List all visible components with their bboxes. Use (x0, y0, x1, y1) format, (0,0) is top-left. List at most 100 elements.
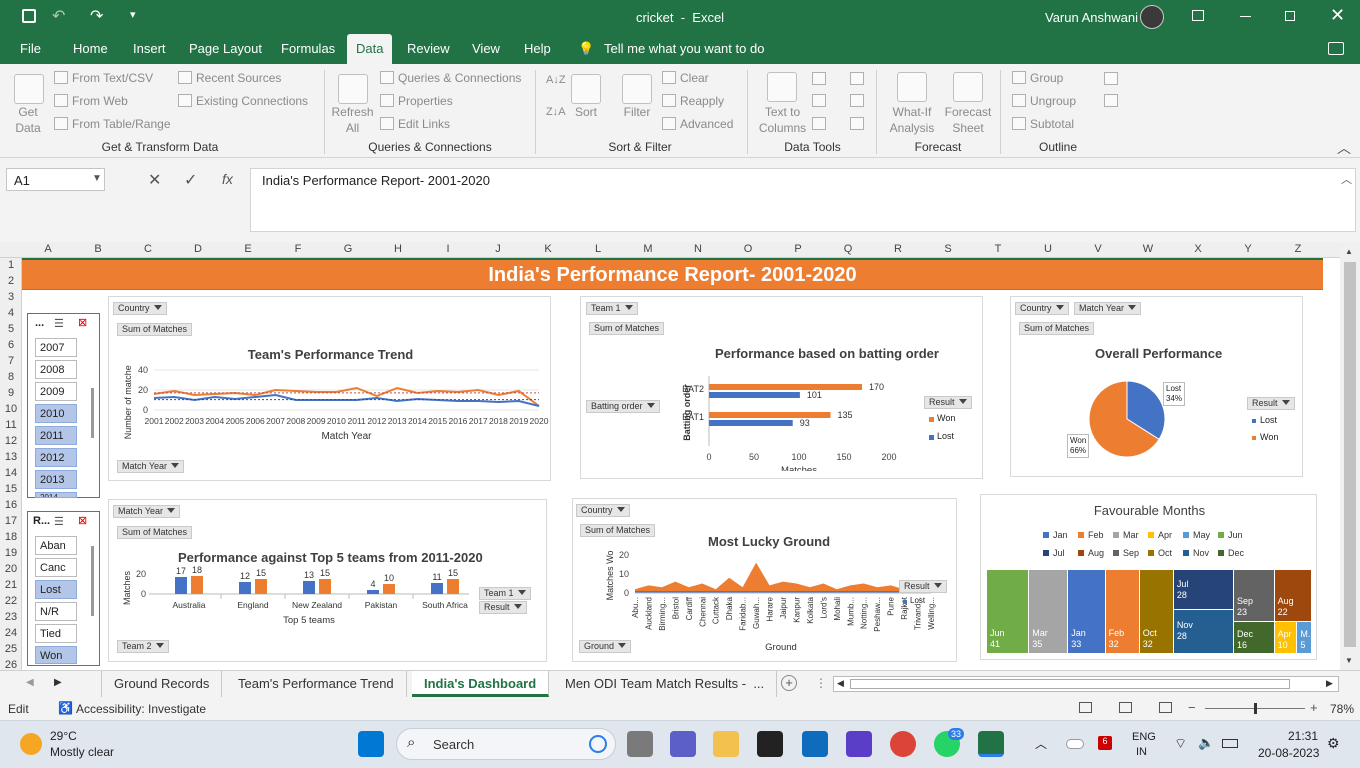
scroll-down-icon[interactable]: ▼ (1345, 656, 1353, 665)
column-header[interactable]: K (538, 243, 558, 255)
sum-of-matches-button[interactable]: Sum of Matches (580, 524, 656, 537)
data-validation-icon[interactable] (812, 117, 826, 130)
column-header[interactable]: E (238, 243, 258, 255)
get-data-button[interactable]: Get Data (8, 104, 48, 136)
app-icon-2[interactable] (846, 731, 872, 757)
row-header[interactable]: 5 (0, 323, 22, 335)
bing-icon[interactable] (589, 735, 607, 753)
avatar[interactable] (1140, 5, 1164, 29)
clock-date[interactable]: 20-08-2023 (1258, 746, 1319, 760)
formula-input[interactable]: India's Performance Report- 2001-2020 (250, 168, 1356, 232)
clear-filter-icon[interactable]: ⊠ (78, 514, 87, 527)
result-filter-button[interactable]: Result (479, 601, 527, 614)
tab-view[interactable]: View (472, 41, 500, 56)
sum-of-matches-button[interactable]: Sum of Matches (589, 322, 665, 335)
namebox-dropdown-icon[interactable]: ▼ (92, 173, 102, 184)
slicer-item[interactable]: 2009 (35, 382, 77, 401)
result-filter-button[interactable]: Result (899, 580, 947, 593)
next-sheet-icon[interactable]: ▶ (54, 677, 62, 688)
normal-view-icon[interactable] (1079, 702, 1092, 713)
data-model-icon[interactable] (850, 117, 864, 130)
clear-button[interactable]: Clear (662, 71, 709, 85)
task-view-icon[interactable] (627, 731, 653, 757)
overall-performance-card[interactable]: Country Match Year Sum of Matches Overal… (1010, 296, 1303, 477)
column-header[interactable]: X (1188, 243, 1208, 255)
customize-qat-icon[interactable]: ▾ (130, 8, 136, 21)
row-header[interactable]: 25 (0, 643, 22, 655)
worksheet[interactable]: India's Performance Report- 2001-2020 ..… (22, 258, 1340, 670)
slicer-item[interactable]: 2008 (35, 360, 77, 379)
undo-icon[interactable]: ↶ (52, 6, 65, 26)
slicer-item[interactable]: 2014 (35, 492, 77, 498)
text-to-columns-button[interactable]: Text to Columns (755, 104, 810, 136)
tab-file[interactable]: File (20, 41, 41, 56)
ribbon-display-icon[interactable] (1192, 10, 1204, 21)
batting-order-chart-card[interactable]: Team 1 Sum of Matches Performance based … (580, 296, 983, 479)
slicer-item[interactable]: Won (35, 646, 77, 664)
slicer-item[interactable]: 2010 (35, 404, 77, 423)
row-header[interactable]: 10 (0, 403, 22, 415)
ungroup-button[interactable]: Ungroup (1012, 94, 1076, 108)
row-header[interactable]: 11 (0, 419, 22, 431)
column-header[interactable]: D (188, 243, 208, 255)
multi-select-icon[interactable]: ☰ (54, 317, 64, 330)
tab-help[interactable]: Help (524, 41, 551, 56)
scroll-thumb[interactable] (1344, 262, 1356, 647)
column-header[interactable]: J (488, 243, 508, 255)
text-to-columns-icon[interactable] (767, 72, 797, 102)
slicer-scrollbar[interactable] (91, 546, 94, 616)
slicer-item[interactable]: Canc (35, 558, 77, 577)
row-header[interactable]: 6 (0, 339, 22, 351)
sort-icon[interactable] (571, 74, 601, 104)
subtotal-button[interactable]: Subtotal (1012, 117, 1074, 131)
row-header[interactable]: 22 (0, 595, 22, 607)
scroll-up-icon[interactable]: ▲ (1345, 247, 1353, 256)
row-header[interactable]: 14 (0, 467, 22, 479)
column-header[interactable]: W (1138, 243, 1158, 255)
sum-of-matches-button[interactable]: Sum of Matches (117, 526, 193, 539)
refresh-icon[interactable] (338, 74, 368, 104)
result-slicer[interactable]: R... ☰ ⊠ Aban Canc Lost N/R Tied Won (27, 511, 100, 666)
forecast-sheet-button[interactable]: Forecast Sheet (942, 104, 994, 136)
excel-icon[interactable] (978, 731, 1004, 757)
page-break-view-icon[interactable] (1159, 702, 1172, 713)
column-header[interactable]: M (638, 243, 658, 255)
tab-review[interactable]: Review (407, 41, 450, 56)
tab-insert[interactable]: Insert (133, 41, 166, 56)
cancel-icon[interactable]: ✕ (148, 170, 161, 190)
sort-za-icon[interactable]: Z↓A (546, 106, 566, 118)
zoom-slider-thumb[interactable] (1254, 703, 1257, 714)
slicer-item[interactable]: 2013 (35, 470, 77, 489)
chrome-icon[interactable] (890, 731, 916, 757)
clear-filter-icon[interactable]: ⊠ (78, 316, 87, 329)
column-header[interactable]: C (138, 243, 158, 255)
show-hidden-icons[interactable]: ︿ (1035, 735, 1047, 752)
row-header[interactable]: 20 (0, 563, 22, 575)
sum-of-matches-button[interactable]: Sum of Matches (117, 323, 193, 336)
row-header[interactable]: 8 (0, 371, 22, 383)
row-header[interactable]: 16 (0, 499, 22, 511)
accessibility-status[interactable]: Accessibility: Investigate (76, 702, 206, 716)
team2-filter-button[interactable]: Team 2 (117, 640, 169, 653)
row-header[interactable]: 17 (0, 515, 22, 527)
column-header[interactable]: O (738, 243, 758, 255)
from-text-csv-button[interactable]: From Text/CSV (54, 71, 153, 85)
comments-icon[interactable] (1328, 42, 1344, 55)
slicer-item[interactable]: Tied (35, 624, 77, 643)
match-year-filter-button[interactable]: Match Year (117, 460, 185, 473)
year-slicer[interactable]: ... ☰ ⊠ 2007 2008 2009 2010 2011 2012 20… (27, 313, 100, 498)
what-if-button[interactable]: What-If Analysis (884, 104, 940, 136)
filter-icon[interactable] (622, 74, 652, 104)
ground-filter-button[interactable]: Ground (579, 640, 632, 653)
team1-filter-button[interactable]: Team 1 (586, 302, 638, 315)
horizontal-scroll-thumb[interactable] (850, 679, 1290, 689)
user-name[interactable]: Varun Anshwani (1045, 10, 1138, 25)
column-header[interactable]: T (988, 243, 1008, 255)
slicer-item[interactable]: Aban (35, 536, 77, 555)
team1-filter-button[interactable]: Team 1 (479, 587, 531, 600)
column-header[interactable]: G (338, 243, 358, 255)
tab-formulas[interactable]: Formulas (281, 41, 335, 56)
row-header[interactable]: 9 (0, 387, 22, 399)
sheet-tab[interactable]: Ground Records (101, 671, 223, 697)
column-header[interactable]: V (1088, 243, 1108, 255)
